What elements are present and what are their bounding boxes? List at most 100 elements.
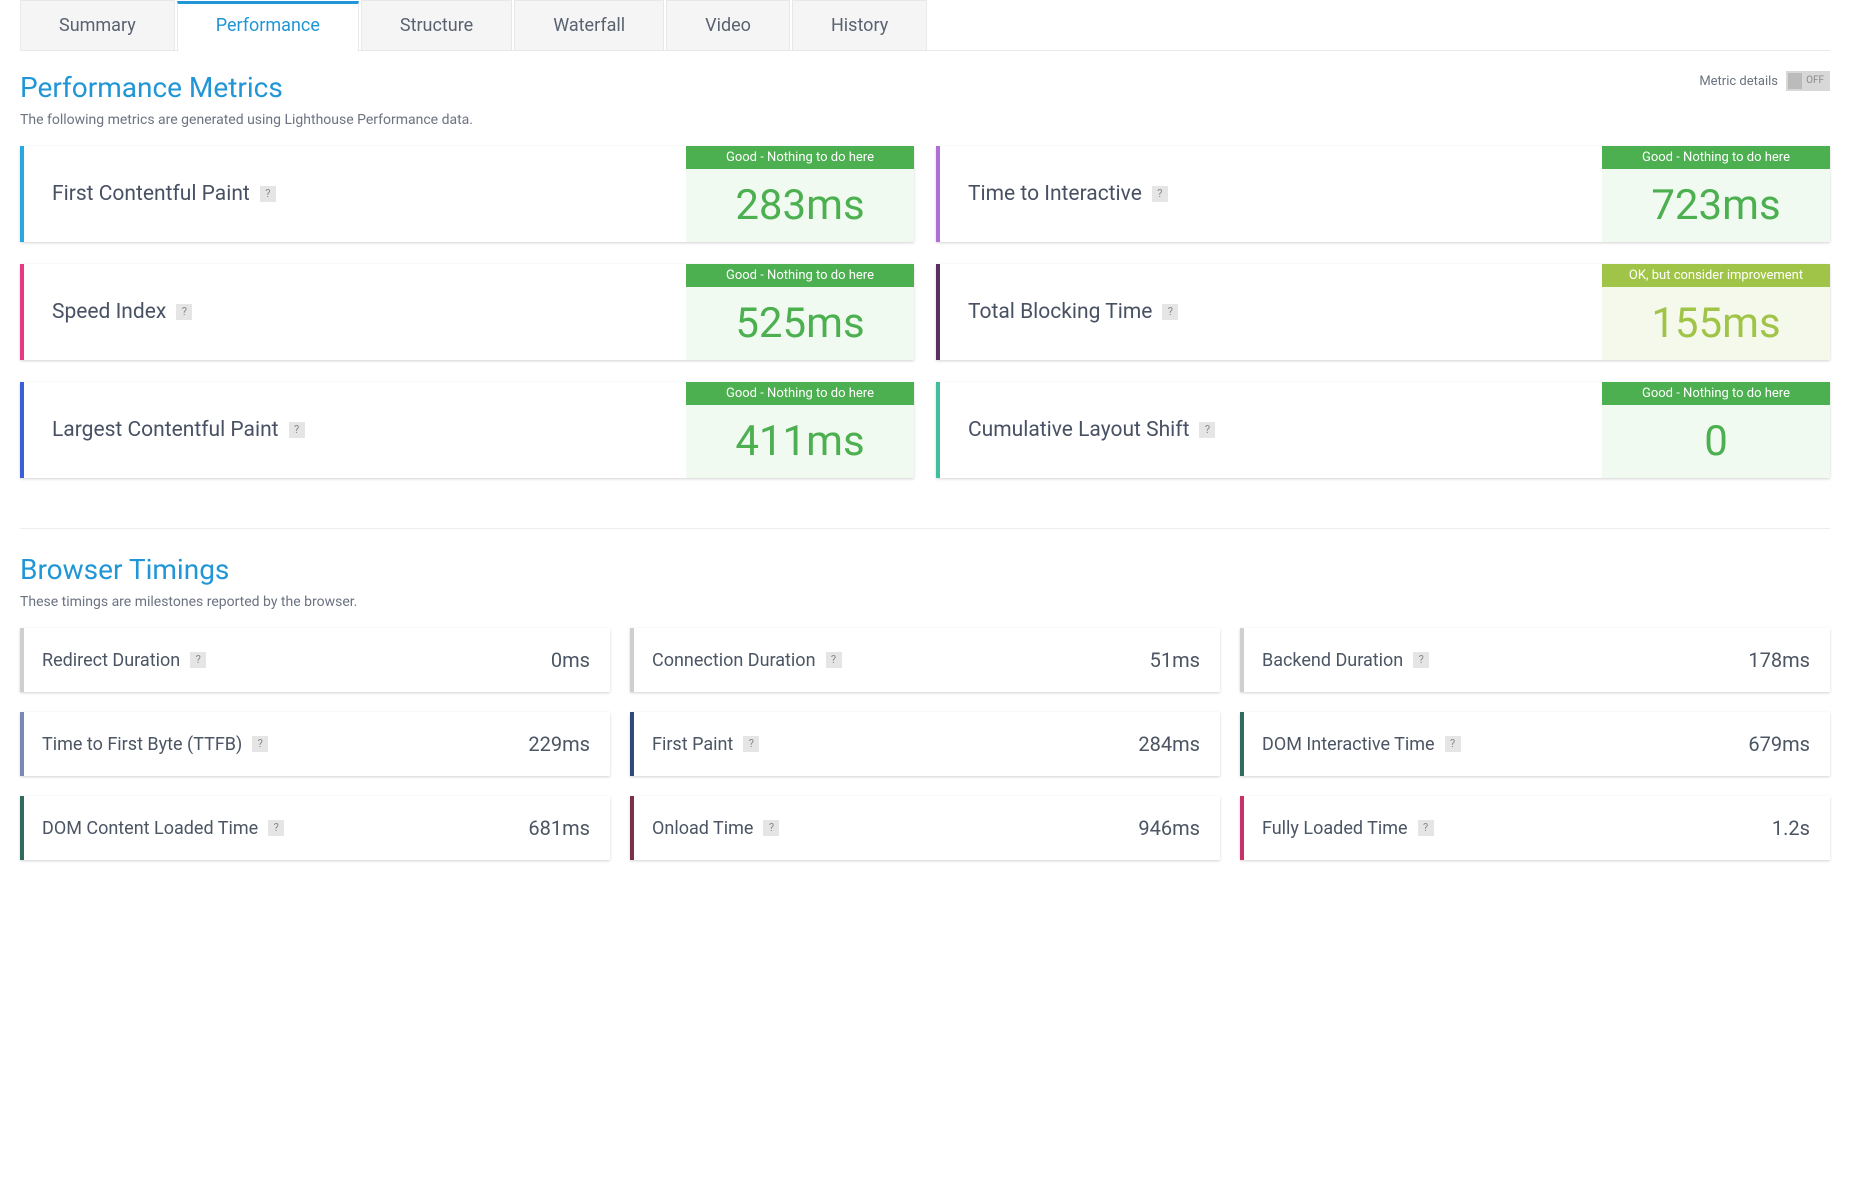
timing-name: Onload Time <box>652 818 753 839</box>
timing-label: Time to First Byte (TTFB)? <box>24 734 268 755</box>
timing-value: 51ms <box>1150 648 1200 672</box>
timing-name: Redirect Duration <box>42 650 180 671</box>
timing-label: First Paint? <box>634 734 759 755</box>
divider <box>20 528 1830 529</box>
metric-status: Good - Nothing to do here <box>686 382 914 405</box>
help-icon[interactable]: ? <box>826 652 842 668</box>
timing-name: Connection Duration <box>652 650 816 671</box>
help-icon[interactable]: ? <box>268 820 284 836</box>
metric-card: Speed Index?Good - Nothing to do here525… <box>20 264 914 360</box>
timing-value: 284ms <box>1138 732 1200 756</box>
timing-card: Connection Duration? 51ms <box>630 628 1220 692</box>
tab-summary[interactable]: Summary <box>20 0 175 50</box>
timing-card: Onload Time? 946ms <box>630 796 1220 860</box>
timing-value: 1.2s <box>1772 816 1810 840</box>
metric-card: Total Blocking Time?OK, but consider imp… <box>936 264 1830 360</box>
perf-metrics-title: Performance Metrics <box>20 71 473 104</box>
timing-card: Fully Loaded Time? 1.2s <box>1240 796 1830 860</box>
timing-value: 178ms <box>1748 648 1810 672</box>
perf-metrics-desc: The following metrics are generated usin… <box>20 112 473 128</box>
help-icon[interactable]: ? <box>190 652 206 668</box>
timing-card: Backend Duration? 178ms <box>1240 628 1830 692</box>
metric-value: 283ms <box>686 169 914 242</box>
metric-value-box: Good - Nothing to do here723ms <box>1602 146 1830 242</box>
help-icon[interactable]: ? <box>252 736 268 752</box>
tabs: SummaryPerformanceStructureWaterfallVide… <box>20 0 1830 51</box>
metric-card: Cumulative Layout Shift?Good - Nothing t… <box>936 382 1830 478</box>
metric-label: Speed Index? <box>24 264 686 360</box>
timing-label: Backend Duration? <box>1244 650 1429 671</box>
metric-status: Good - Nothing to do here <box>686 146 914 169</box>
metric-label: Largest Contentful Paint? <box>24 382 686 478</box>
metric-label: Time to Interactive? <box>940 146 1602 242</box>
metric-label: Cumulative Layout Shift? <box>940 382 1602 478</box>
metric-label: First Contentful Paint? <box>24 146 686 242</box>
metric-value-box: OK, but consider improvement155ms <box>1602 264 1830 360</box>
timing-value: 229ms <box>528 732 590 756</box>
help-icon[interactable]: ? <box>260 186 276 202</box>
timing-label: DOM Interactive Time? <box>1244 734 1461 755</box>
help-icon[interactable]: ? <box>1413 652 1429 668</box>
metric-value-box: Good - Nothing to do here283ms <box>686 146 914 242</box>
timing-card: DOM Interactive Time? 679ms <box>1240 712 1830 776</box>
timing-name: DOM Interactive Time <box>1262 734 1435 755</box>
timing-card: DOM Content Loaded Time? 681ms <box>20 796 610 860</box>
metrics-grid: First Contentful Paint?Good - Nothing to… <box>20 146 1830 478</box>
metric-card: First Contentful Paint?Good - Nothing to… <box>20 146 914 242</box>
metric-value: 723ms <box>1602 169 1830 242</box>
metric-status: OK, but consider improvement <box>1602 264 1830 287</box>
help-icon[interactable]: ? <box>743 736 759 752</box>
metric-details-toggle[interactable]: OFF <box>1786 71 1830 91</box>
timing-card: Redirect Duration?0ms <box>20 628 610 692</box>
metric-value: 0 <box>1602 405 1830 478</box>
browser-timings-desc: These timings are milestones reported by… <box>20 594 1830 610</box>
help-icon[interactable]: ? <box>1418 820 1434 836</box>
metric-name: Cumulative Layout Shift <box>968 418 1189 442</box>
timings-grid: Redirect Duration?0ms Connection Duration… <box>20 628 1830 860</box>
metric-label: Total Blocking Time? <box>940 264 1602 360</box>
timing-label: Fully Loaded Time? <box>1244 818 1434 839</box>
metric-status: Good - Nothing to do here <box>686 264 914 287</box>
metric-status: Good - Nothing to do here <box>1602 382 1830 405</box>
tab-video[interactable]: Video <box>666 0 790 50</box>
help-icon[interactable]: ? <box>1199 422 1215 438</box>
tab-history[interactable]: History <box>792 0 927 50</box>
metric-value: 525ms <box>686 287 914 360</box>
metric-details-toggle-wrap: Metric details OFF <box>1699 71 1830 91</box>
metric-value-box: Good - Nothing to do here525ms <box>686 264 914 360</box>
metric-card: Largest Contentful Paint?Good - Nothing … <box>20 382 914 478</box>
timing-value: 946ms <box>1138 816 1200 840</box>
timing-card: Time to First Byte (TTFB)? 229ms <box>20 712 610 776</box>
timing-value: 681ms <box>528 816 590 840</box>
timing-name: Fully Loaded Time <box>1262 818 1408 839</box>
metric-value: 155ms <box>1602 287 1830 360</box>
timing-name: First Paint <box>652 734 733 755</box>
timing-value: 679ms <box>1748 732 1810 756</box>
help-icon[interactable]: ? <box>176 304 192 320</box>
help-icon[interactable]: ? <box>289 422 305 438</box>
help-icon[interactable]: ? <box>763 820 779 836</box>
timing-name: Backend Duration <box>1262 650 1403 671</box>
tab-waterfall[interactable]: Waterfall <box>514 0 664 50</box>
help-icon[interactable]: ? <box>1152 186 1168 202</box>
tab-performance[interactable]: Performance <box>177 1 359 51</box>
metric-name: First Contentful Paint <box>52 182 250 206</box>
metric-value-box: Good - Nothing to do here0 <box>1602 382 1830 478</box>
metric-value: 411ms <box>686 405 914 478</box>
timing-name: DOM Content Loaded Time <box>42 818 258 839</box>
help-icon[interactable]: ? <box>1162 304 1178 320</box>
timing-label: DOM Content Loaded Time? <box>24 818 284 839</box>
metric-status: Good - Nothing to do here <box>1602 146 1830 169</box>
timing-label: Redirect Duration? <box>24 650 206 671</box>
metric-card: Time to Interactive?Good - Nothing to do… <box>936 146 1830 242</box>
help-icon[interactable]: ? <box>1445 736 1461 752</box>
metric-name: Speed Index <box>52 300 166 324</box>
toggle-label: Metric details <box>1699 74 1778 89</box>
timing-name: Time to First Byte (TTFB) <box>42 734 242 755</box>
timing-card: First Paint? 284ms <box>630 712 1220 776</box>
browser-timings-title: Browser Timings <box>20 553 1830 586</box>
timing-label: Connection Duration? <box>634 650 842 671</box>
tab-structure[interactable]: Structure <box>361 0 512 50</box>
metric-name: Largest Contentful Paint <box>52 418 279 442</box>
metric-name: Total Blocking Time <box>968 300 1152 324</box>
